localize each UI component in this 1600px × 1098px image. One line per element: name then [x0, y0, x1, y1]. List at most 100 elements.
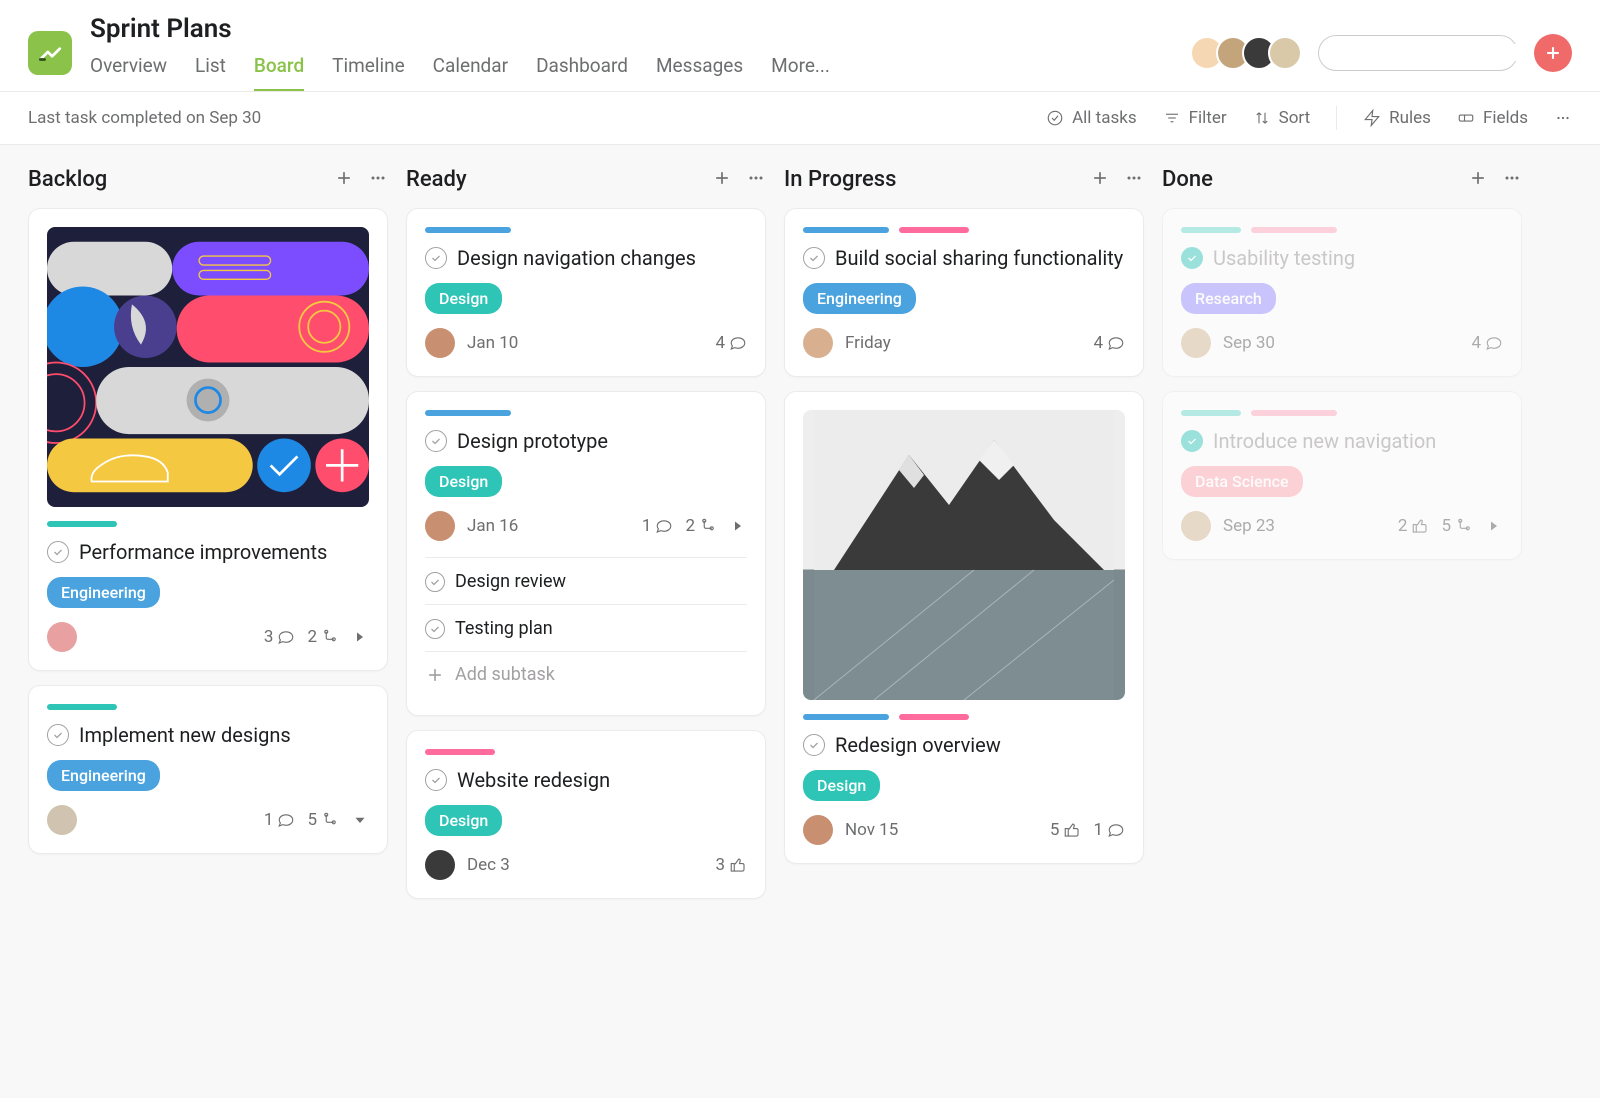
- assignee-avatar[interactable]: [1181, 328, 1211, 358]
- task-card[interactable]: Performance improvementsEngineering3 2: [28, 208, 388, 671]
- add-task-button[interactable]: [712, 168, 732, 192]
- complete-checkbox[interactable]: [425, 430, 447, 452]
- comment-count[interactable]: 1: [1093, 820, 1125, 840]
- complete-checkbox[interactable]: [803, 734, 825, 756]
- comment-count[interactable]: 4: [1471, 333, 1503, 353]
- due-date: Jan 10: [467, 333, 518, 353]
- plus-icon: [425, 665, 445, 685]
- tag-design[interactable]: Design: [803, 770, 880, 801]
- like-count[interactable]: 2: [1398, 516, 1430, 536]
- assignee-avatar[interactable]: [1181, 511, 1211, 541]
- project-title[interactable]: Sprint Plans: [90, 14, 1172, 44]
- tab-calendar[interactable]: Calendar: [433, 54, 508, 91]
- column-title[interactable]: Done: [1162, 167, 1213, 192]
- column-more-button[interactable]: [746, 168, 766, 192]
- project-logo[interactable]: [28, 31, 72, 75]
- comment-count[interactable]: 1: [642, 516, 674, 536]
- tag-eng[interactable]: Engineering: [803, 283, 916, 314]
- task-card[interactable]: Usability testingResearchSep 304: [1162, 208, 1522, 377]
- column-more-button[interactable]: [1502, 168, 1522, 192]
- like-count[interactable]: 5: [1050, 820, 1082, 840]
- column-title[interactable]: Backlog: [28, 167, 107, 192]
- fields-button[interactable]: Fields: [1457, 108, 1528, 128]
- assignee-avatar[interactable]: [425, 328, 455, 358]
- all-tasks-filter[interactable]: All tasks: [1046, 108, 1137, 128]
- comment-count[interactable]: 1: [264, 810, 296, 830]
- filter-button[interactable]: Filter: [1163, 108, 1227, 128]
- task-card[interactable]: Design navigation changesDesignJan 104: [406, 208, 766, 377]
- member-avatars[interactable]: [1190, 36, 1302, 70]
- comment-count[interactable]: 3: [264, 627, 296, 647]
- tag-ds[interactable]: Data Science: [1181, 466, 1303, 497]
- tab-board[interactable]: Board: [254, 54, 304, 91]
- complete-checkbox[interactable]: [425, 572, 445, 592]
- task-card[interactable]: Design prototypeDesignJan 161 2 Design r…: [406, 391, 766, 716]
- task-card[interactable]: Build social sharing functionalityEngine…: [784, 208, 1144, 377]
- assignee-avatar[interactable]: [803, 815, 833, 845]
- tab-dashboard[interactable]: Dashboard: [536, 54, 628, 91]
- subtask-count[interactable]: 2: [685, 516, 717, 536]
- global-add-button[interactable]: [1534, 34, 1572, 72]
- subtask-count[interactable]: 5: [307, 810, 339, 830]
- rules-button[interactable]: Rules: [1363, 108, 1431, 128]
- status-pills: [47, 521, 369, 527]
- subtask-count[interactable]: 5: [1441, 516, 1473, 536]
- sort-icon: [1253, 109, 1271, 127]
- tag-eng[interactable]: Engineering: [47, 760, 160, 791]
- column-title[interactable]: Ready: [406, 167, 467, 192]
- search-input[interactable]: [1318, 35, 1518, 71]
- complete-checkbox[interactable]: [803, 247, 825, 269]
- tab-messages[interactable]: Messages: [656, 54, 743, 91]
- complete-checkbox[interactable]: [425, 769, 447, 791]
- member-avatar[interactable]: [1268, 36, 1302, 70]
- assignee-avatar[interactable]: [803, 328, 833, 358]
- comment-count[interactable]: 4: [1093, 333, 1125, 353]
- column-more-button[interactable]: [1124, 168, 1144, 192]
- like-count[interactable]: 3: [715, 855, 747, 875]
- complete-checkbox[interactable]: [47, 724, 69, 746]
- expand-icon[interactable]: [729, 517, 747, 535]
- tag-research[interactable]: Research: [1181, 283, 1276, 314]
- add-task-button[interactable]: [334, 168, 354, 192]
- assignee-avatar[interactable]: [425, 511, 455, 541]
- complete-checkbox[interactable]: [425, 247, 447, 269]
- column-title[interactable]: In Progress: [784, 167, 896, 192]
- complete-checkbox[interactable]: [1181, 430, 1203, 452]
- board-column: Done Usability testingResearchSep 304 Int…: [1162, 167, 1522, 574]
- tag-design[interactable]: Design: [425, 283, 502, 314]
- tab-overview[interactable]: Overview: [90, 54, 167, 91]
- complete-checkbox[interactable]: [1181, 247, 1203, 269]
- task-card[interactable]: Introduce new navigationData ScienceSep …: [1162, 391, 1522, 560]
- assignee-avatar[interactable]: [47, 622, 77, 652]
- card-cover-image: [803, 410, 1125, 700]
- column-more-button[interactable]: [368, 168, 388, 192]
- task-card[interactable]: Implement new designsEngineering1 5: [28, 685, 388, 854]
- subtask-row[interactable]: Design review: [425, 558, 747, 605]
- add-task-button[interactable]: [1090, 168, 1110, 192]
- add-task-button[interactable]: [1468, 168, 1488, 192]
- expand-icon[interactable]: [351, 628, 369, 646]
- tab-timeline[interactable]: Timeline: [332, 54, 405, 91]
- sort-button[interactable]: Sort: [1253, 108, 1311, 128]
- task-card[interactable]: Website redesignDesignDec 33: [406, 730, 766, 899]
- assignee-avatar[interactable]: [47, 805, 77, 835]
- tab-list[interactable]: List: [195, 54, 226, 91]
- status-pills: [1181, 227, 1503, 233]
- subtask-count[interactable]: 2: [307, 627, 339, 647]
- task-card[interactable]: Redesign overviewDesignNov 155 1: [784, 391, 1144, 864]
- assignee-avatar[interactable]: [425, 850, 455, 880]
- tab-more[interactable]: More...: [771, 54, 830, 91]
- search-field[interactable]: [1341, 44, 1540, 61]
- tag-design[interactable]: Design: [425, 805, 502, 836]
- comment-count[interactable]: 4: [715, 333, 747, 353]
- tag-design[interactable]: Design: [425, 466, 502, 497]
- complete-checkbox[interactable]: [47, 541, 69, 563]
- expand-icon[interactable]: [1485, 517, 1503, 535]
- complete-checkbox[interactable]: [425, 619, 445, 639]
- add-subtask-button[interactable]: Add subtask: [425, 652, 747, 697]
- chevron-down-icon[interactable]: [351, 811, 369, 829]
- task-title: Introduce new navigation: [1213, 428, 1436, 454]
- subtask-row[interactable]: Testing plan: [425, 605, 747, 652]
- tag-eng[interactable]: Engineering: [47, 577, 160, 608]
- more-options[interactable]: [1554, 109, 1572, 127]
